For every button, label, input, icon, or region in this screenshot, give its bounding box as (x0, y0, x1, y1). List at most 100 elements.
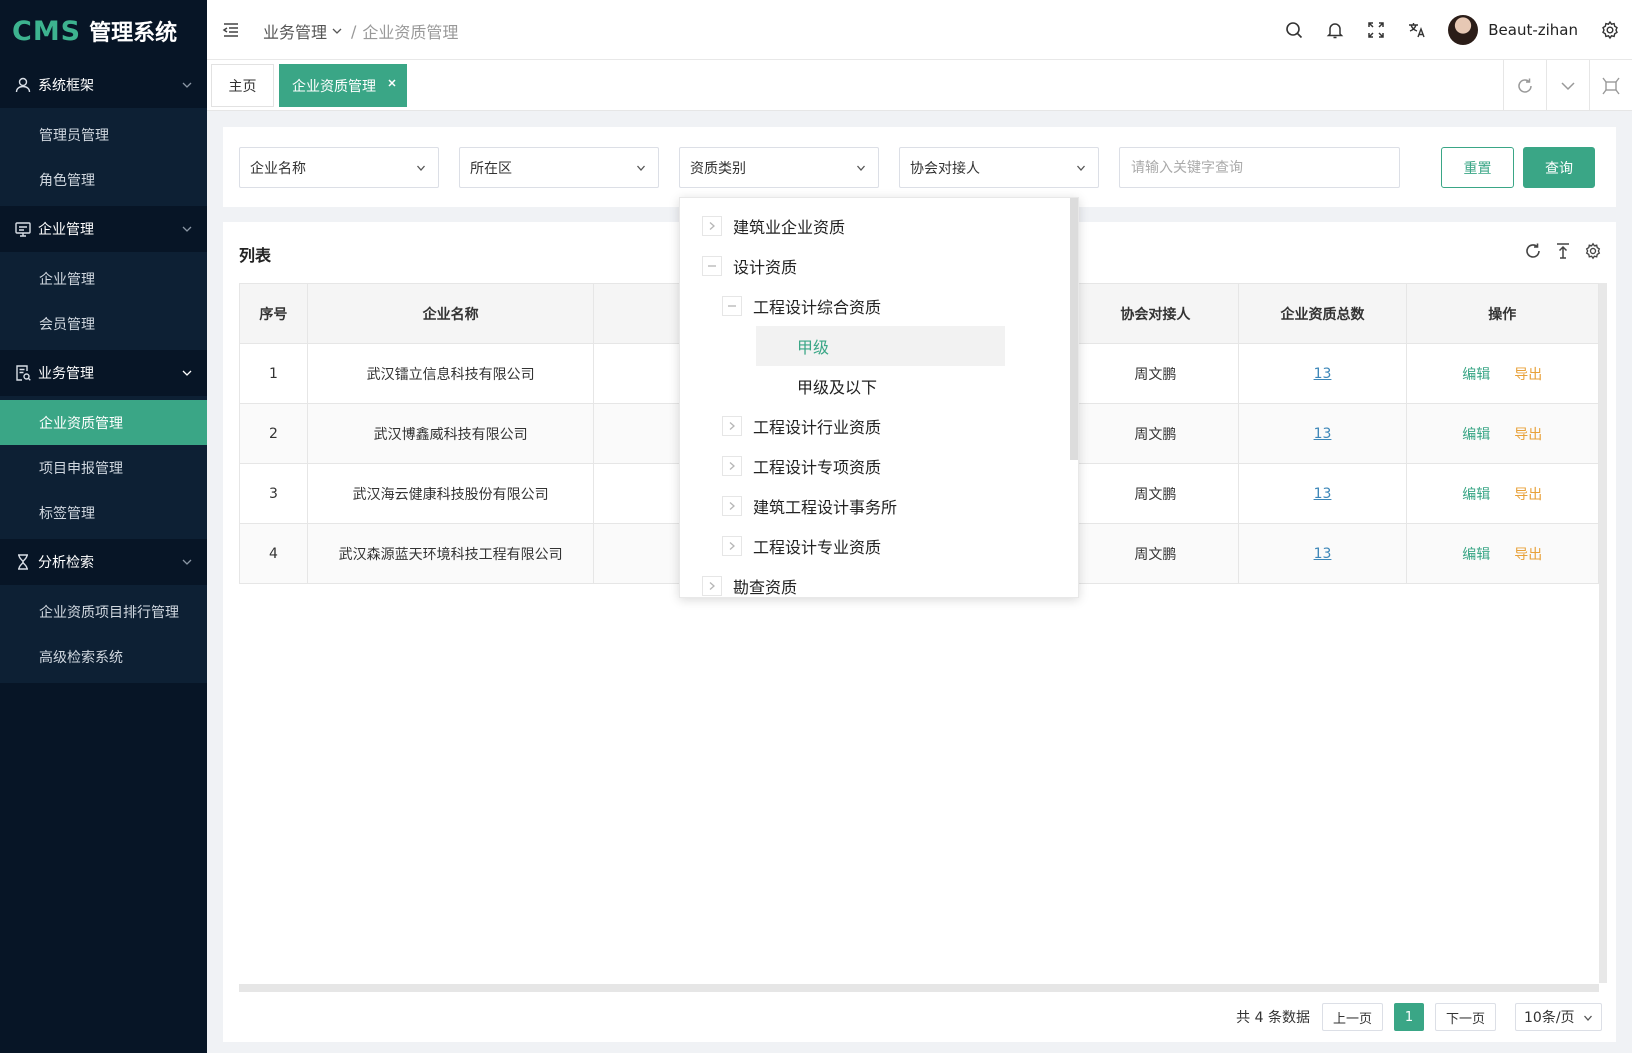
header-actions: Beaut-zihan (1284, 0, 1632, 60)
maximize-tab-button[interactable] (1589, 60, 1632, 111)
logo: CMS 管理系统 (0, 0, 207, 62)
sidebar-item-tag[interactable]: 标签管理 (0, 490, 207, 535)
export-icon[interactable] (1554, 242, 1572, 260)
fullscreen-icon[interactable] (1366, 20, 1386, 40)
contact-select[interactable]: 协会对接人 (899, 147, 1099, 188)
tree-node-label: 工程设计行业资质 (753, 418, 882, 437)
sidebar-item-project[interactable]: 项目申报管理 (0, 445, 207, 490)
tree-node-label: 设计资质 (733, 258, 798, 277)
edit-link[interactable]: 编辑 (1462, 487, 1490, 503)
total-link[interactable]: 13 (1314, 486, 1332, 502)
export-link[interactable]: 导出 (1514, 367, 1542, 383)
edit-link[interactable]: 编辑 (1462, 547, 1490, 563)
column-header: 序号 (239, 283, 308, 344)
menu-fold-icon[interactable] (221, 20, 241, 40)
column-header: 操作 (1405, 283, 1600, 344)
total-link[interactable]: 13 (1314, 546, 1332, 562)
total-link[interactable]: 13 (1314, 426, 1332, 442)
expand-icon[interactable] (702, 576, 722, 596)
gear-icon[interactable] (1600, 20, 1620, 40)
refresh-icon[interactable] (1524, 242, 1542, 260)
tree-node[interactable]: 建筑业企业资质 (702, 211, 845, 241)
page-number-current[interactable]: 1 (1393, 1003, 1424, 1031)
tree-scrollbar[interactable] (1070, 198, 1078, 460)
tab-menu-button[interactable] (1546, 60, 1589, 111)
cell-no: 1 (239, 343, 308, 404)
tree-node[interactable]: 建筑工程设计事务所 (722, 491, 897, 521)
tree-node[interactable]: 勘查资质 (702, 571, 797, 597)
breadcrumb-current: 企业资质管理 (362, 23, 459, 42)
sidebar-item-role[interactable]: 角色管理 (0, 157, 207, 202)
column-header: 企业资质总数 (1238, 283, 1407, 344)
sidebar-item-advanced-search[interactable]: 高级检索系统 (0, 634, 207, 679)
refresh-icon (1518, 78, 1532, 93)
export-link[interactable]: 导出 (1514, 427, 1542, 443)
sidebar-item-member[interactable]: 会员管理 (0, 301, 207, 346)
menu-group-analysis: 分析检索 企业资质项目排行管理 高级检索系统 (0, 539, 207, 683)
table-vertical-scrollbar[interactable] (1599, 283, 1607, 983)
tree-node[interactable]: 设计资质 (702, 251, 797, 281)
tab-qualification[interactable]: 企业资质管理 (279, 64, 407, 107)
expand-icon[interactable] (722, 536, 742, 556)
query-button[interactable]: 查询 (1523, 147, 1595, 188)
chevron-down-icon (417, 165, 425, 171)
tree-node[interactable]: 工程设计综合资质 (722, 291, 881, 321)
sidebar-item-admin[interactable]: 管理员管理 (0, 112, 207, 157)
cell-no: 4 (239, 523, 308, 584)
tab-tools (1503, 60, 1632, 111)
bell-icon[interactable] (1325, 20, 1345, 40)
menu-group-enterprise: 企业管理 企业管理 会员管理 (0, 206, 207, 350)
cell-actions: 编辑 导出 (1405, 463, 1600, 524)
collapse-icon[interactable] (722, 296, 742, 316)
expand-icon[interactable] (722, 456, 742, 476)
tab-home[interactable]: 主页 (211, 64, 274, 107)
menu-head-analysis[interactable]: 分析检索 (0, 539, 207, 585)
district-select-label: 所在区 (470, 160, 512, 177)
export-link[interactable]: 导出 (1514, 487, 1542, 503)
gear-icon[interactable] (1584, 242, 1602, 260)
category-select[interactable]: 资质类别 (679, 147, 879, 188)
tree-node[interactable]: 工程设计专项资质 (722, 451, 881, 481)
next-page-button[interactable]: 下一页 (1434, 1003, 1496, 1031)
cell-actions: 编辑 导出 (1405, 343, 1600, 404)
cell-total: 13 (1238, 523, 1407, 584)
collapse-icon[interactable] (702, 256, 722, 276)
sidebar-item-qualification[interactable]: 企业资质管理 (0, 400, 207, 445)
menu-head-system[interactable]: 系统框架 (0, 62, 207, 108)
total-link[interactable]: 13 (1314, 366, 1332, 382)
translate-icon[interactable] (1407, 20, 1427, 40)
avatar[interactable] (1448, 15, 1479, 45)
chevron-down-icon[interactable] (331, 25, 343, 37)
expand-icon[interactable] (702, 216, 722, 236)
username[interactable]: Beaut-zihan (1488, 21, 1578, 39)
sidebar-item-ranking[interactable]: 企业资质项目排行管理 (0, 589, 207, 634)
tree-selected-highlight (756, 326, 1005, 366)
tree-node[interactable]: 甲级及以下 (797, 371, 877, 401)
keyword-input[interactable] (1119, 147, 1400, 188)
page-size-select[interactable]: 10条/页 (1515, 1003, 1602, 1031)
search-icon[interactable] (1284, 20, 1304, 40)
tree-node[interactable]: 工程设计专业资质 (722, 531, 881, 561)
edit-link[interactable]: 编辑 (1462, 367, 1490, 383)
expand-icon[interactable] (722, 496, 742, 516)
cell-name: 武汉镭立信息科技有限公司 (306, 343, 595, 404)
pagination-total: 共 4 条数据 (1236, 1010, 1310, 1026)
tree-node-selected[interactable]: 甲级 (797, 331, 829, 361)
prev-page-button[interactable]: 上一页 (1321, 1003, 1383, 1031)
expand-icon[interactable] (722, 416, 742, 436)
menu-head-enterprise[interactable]: 企业管理 (0, 206, 207, 252)
sidebar-item-enterprise[interactable]: 企业管理 (0, 256, 207, 301)
cell-contact: 周文鹏 (1071, 523, 1240, 584)
reset-button[interactable]: 重置 (1441, 147, 1514, 188)
refresh-tab-button[interactable] (1503, 60, 1546, 111)
table-horizontal-scrollbar[interactable] (239, 984, 1599, 992)
edit-link[interactable]: 编辑 (1462, 427, 1490, 443)
category-tree-dropdown: 建筑业企业资质 设计资质 工程设计综合资质 甲级 甲级及以下 工程设计行业资质 … (679, 197, 1079, 598)
close-icon[interactable] (387, 78, 397, 88)
district-select[interactable]: 所在区 (459, 147, 659, 188)
company-select[interactable]: 企业名称 (239, 147, 439, 188)
tree-node[interactable]: 工程设计行业资质 (722, 411, 881, 441)
menu-head-business[interactable]: 业务管理 (0, 350, 207, 396)
breadcrumb-parent[interactable]: 业务管理 (263, 19, 327, 43)
export-link[interactable]: 导出 (1514, 547, 1542, 563)
